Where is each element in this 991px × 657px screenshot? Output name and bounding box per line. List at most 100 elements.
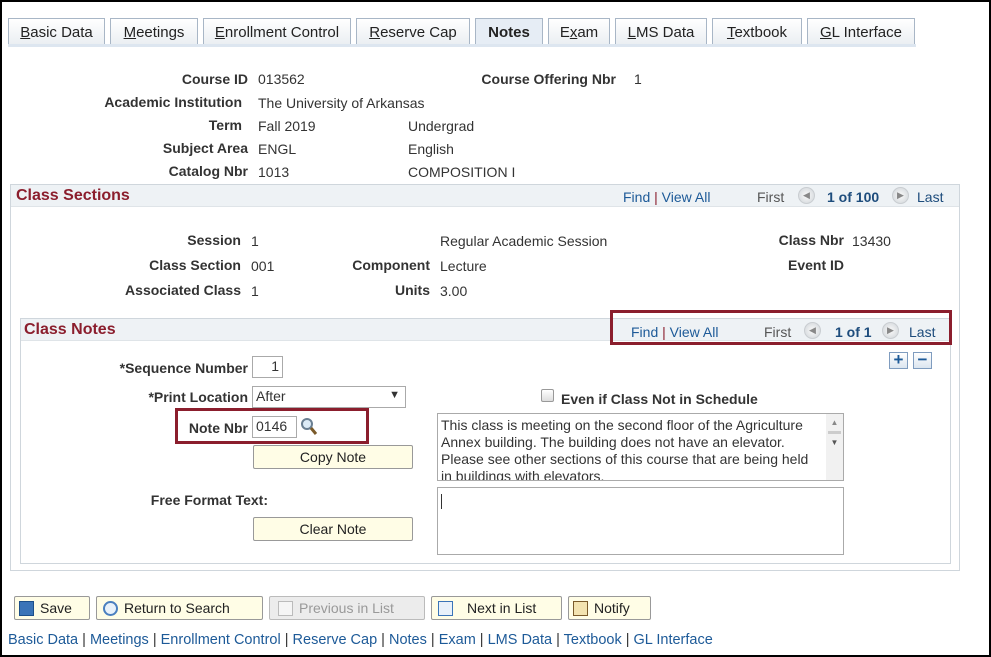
component-value: Lecture [440, 258, 487, 274]
footer-links: Basic Data | Meetings | Enrollment Contr… [8, 632, 713, 648]
save-disk-icon [19, 601, 34, 616]
note-text-area[interactable]: This class is meeting on the second floo… [437, 413, 844, 481]
footer-link-enrollment-control[interactable]: Enrollment Control [161, 632, 281, 648]
class-notes-box: Class Notes Find | View All First ◀ 1 of… [20, 318, 951, 564]
subject-value: ENGL [258, 141, 297, 157]
units-label: Units [395, 282, 430, 298]
view-all-link[interactable]: View All [662, 189, 711, 205]
return-label: Return to Search [124, 600, 230, 616]
scrollbar[interactable]: ▲ ▼ [826, 414, 843, 480]
window: Basic Data Meetings Enrollment Control Rese… [2, 2, 989, 655]
find-link[interactable]: Find [623, 189, 650, 205]
highlight-notes-navigation [610, 310, 952, 345]
class-nbr-value: 13430 [852, 233, 891, 249]
free-format-text [438, 488, 843, 494]
separator: | [475, 632, 488, 648]
first-label: First [757, 189, 785, 205]
text-cursor [441, 494, 442, 509]
footer-link-exam[interactable]: Exam [439, 632, 476, 648]
course-id-label: Course ID [181, 71, 248, 87]
offering-label: Course Offering Nbr [481, 71, 616, 87]
footer-link-textbook[interactable]: Textbook [564, 632, 622, 648]
print-location-select[interactable]: After ▼ [252, 386, 406, 408]
delete-row-button[interactable]: − [913, 351, 932, 369]
class-notes-title: Class Notes [24, 321, 116, 338]
last-label: Last [917, 189, 944, 205]
separator: | [280, 632, 293, 648]
footer-link-lms-data[interactable]: LMS Data [488, 632, 552, 648]
next-arrow-icon[interactable]: ▶ [892, 187, 909, 204]
subject-desc: English [408, 141, 454, 157]
footer-link-basic-data[interactable]: Basic Data [8, 632, 78, 648]
notify-button[interactable]: Notify [568, 596, 651, 620]
tab-basic-data[interactable]: Basic Data [8, 18, 105, 45]
course-id-value: 013562 [258, 71, 305, 87]
sequence-label: *Sequence Number [119, 360, 248, 376]
catalog-label: Catalog Nbr [168, 163, 248, 179]
previous-label: Previous in List [299, 600, 394, 616]
next-label: Next in List [467, 600, 537, 616]
notify-label: Notify [594, 600, 630, 616]
copy-note-button[interactable]: Copy Note [253, 445, 413, 469]
tab-underline [8, 44, 916, 47]
print-location-label: *Print Location [148, 389, 248, 405]
previous-in-list-button[interactable]: Previous in List [269, 596, 425, 620]
class-sections-title: Class Sections [16, 187, 130, 204]
tab-meetings[interactable]: Meetings [110, 18, 198, 45]
return-to-search-button[interactable]: Return to Search [96, 596, 263, 620]
units-value: 3.00 [440, 283, 468, 299]
save-button[interactable]: Save [14, 596, 90, 620]
print-location-value: After [256, 388, 286, 404]
return-search-icon [103, 601, 118, 616]
footer-link-meetings[interactable]: Meetings [90, 632, 149, 648]
footer-link-gl-interface[interactable]: GL Interface [634, 632, 713, 648]
separator: | [552, 632, 564, 648]
free-format-label: Free Format Text: [150, 492, 268, 508]
add-row-button[interactable]: + [889, 351, 908, 369]
assoc-class-label: Associated Class [125, 282, 241, 298]
even-if-checkbox[interactable] [541, 389, 554, 402]
tab-notes[interactable]: Notes [475, 18, 543, 46]
class-sections-header: Class Sections Find | View All First ◀ 1… [11, 185, 959, 207]
tab-enrollment-control[interactable]: Enrollment Control [203, 18, 351, 45]
clear-note-button[interactable]: Clear Note [253, 517, 413, 541]
footer-link-reserve-cap[interactable]: Reserve Cap [293, 632, 378, 648]
institution-label: Academic Institution [104, 94, 242, 110]
tab-gl-interface[interactable]: GL Interface [807, 18, 915, 45]
tab-lms-data[interactable]: LMS Data [615, 18, 707, 45]
session-value: 1 [251, 233, 259, 249]
catalog-value: 1013 [258, 164, 290, 180]
separator: | [377, 632, 389, 648]
free-format-textarea[interactable] [437, 487, 844, 555]
catalog-desc: COMPOSITION I [408, 164, 516, 180]
tab-textbook[interactable]: Textbook [712, 18, 802, 45]
notify-icon [573, 601, 588, 616]
term-value: Fall 2019 [258, 118, 316, 134]
separator: | [621, 632, 634, 648]
next-in-list-button[interactable]: Next in List [431, 596, 562, 620]
previous-list-icon [278, 601, 293, 616]
assoc-class-value: 1 [251, 283, 259, 299]
tab-reserve-cap[interactable]: Reserve Cap [356, 18, 470, 45]
event-id-label: Event ID [787, 257, 844, 273]
class-sections-box: Class Sections Find | View All First ◀ 1… [10, 184, 960, 571]
career-value: Undergrad [408, 118, 475, 134]
separator: | [148, 632, 161, 648]
session-label: Session [187, 232, 241, 248]
institution-value: The University of Arkansas [258, 95, 425, 111]
session-desc: Regular Academic Session [440, 233, 608, 249]
sequence-input[interactable]: 1 [252, 356, 283, 378]
section-value: 001 [251, 258, 275, 274]
separator: | [426, 632, 439, 648]
even-if-label: Even if Class Not in Schedule [561, 391, 758, 407]
note-text: This class is meeting on the second floo… [441, 417, 809, 481]
save-label: Save [40, 600, 72, 616]
offering-value: 1 [634, 71, 642, 87]
component-label: Component [352, 257, 430, 273]
previous-arrow-icon[interactable]: ◀ [798, 187, 815, 204]
footer-link-notes[interactable]: Notes [389, 632, 427, 648]
tab-exam[interactable]: Exam [548, 18, 610, 45]
class-nbr-label: Class Nbr [778, 232, 844, 248]
next-list-icon [438, 601, 453, 616]
section-label: Class Section [149, 257, 241, 273]
